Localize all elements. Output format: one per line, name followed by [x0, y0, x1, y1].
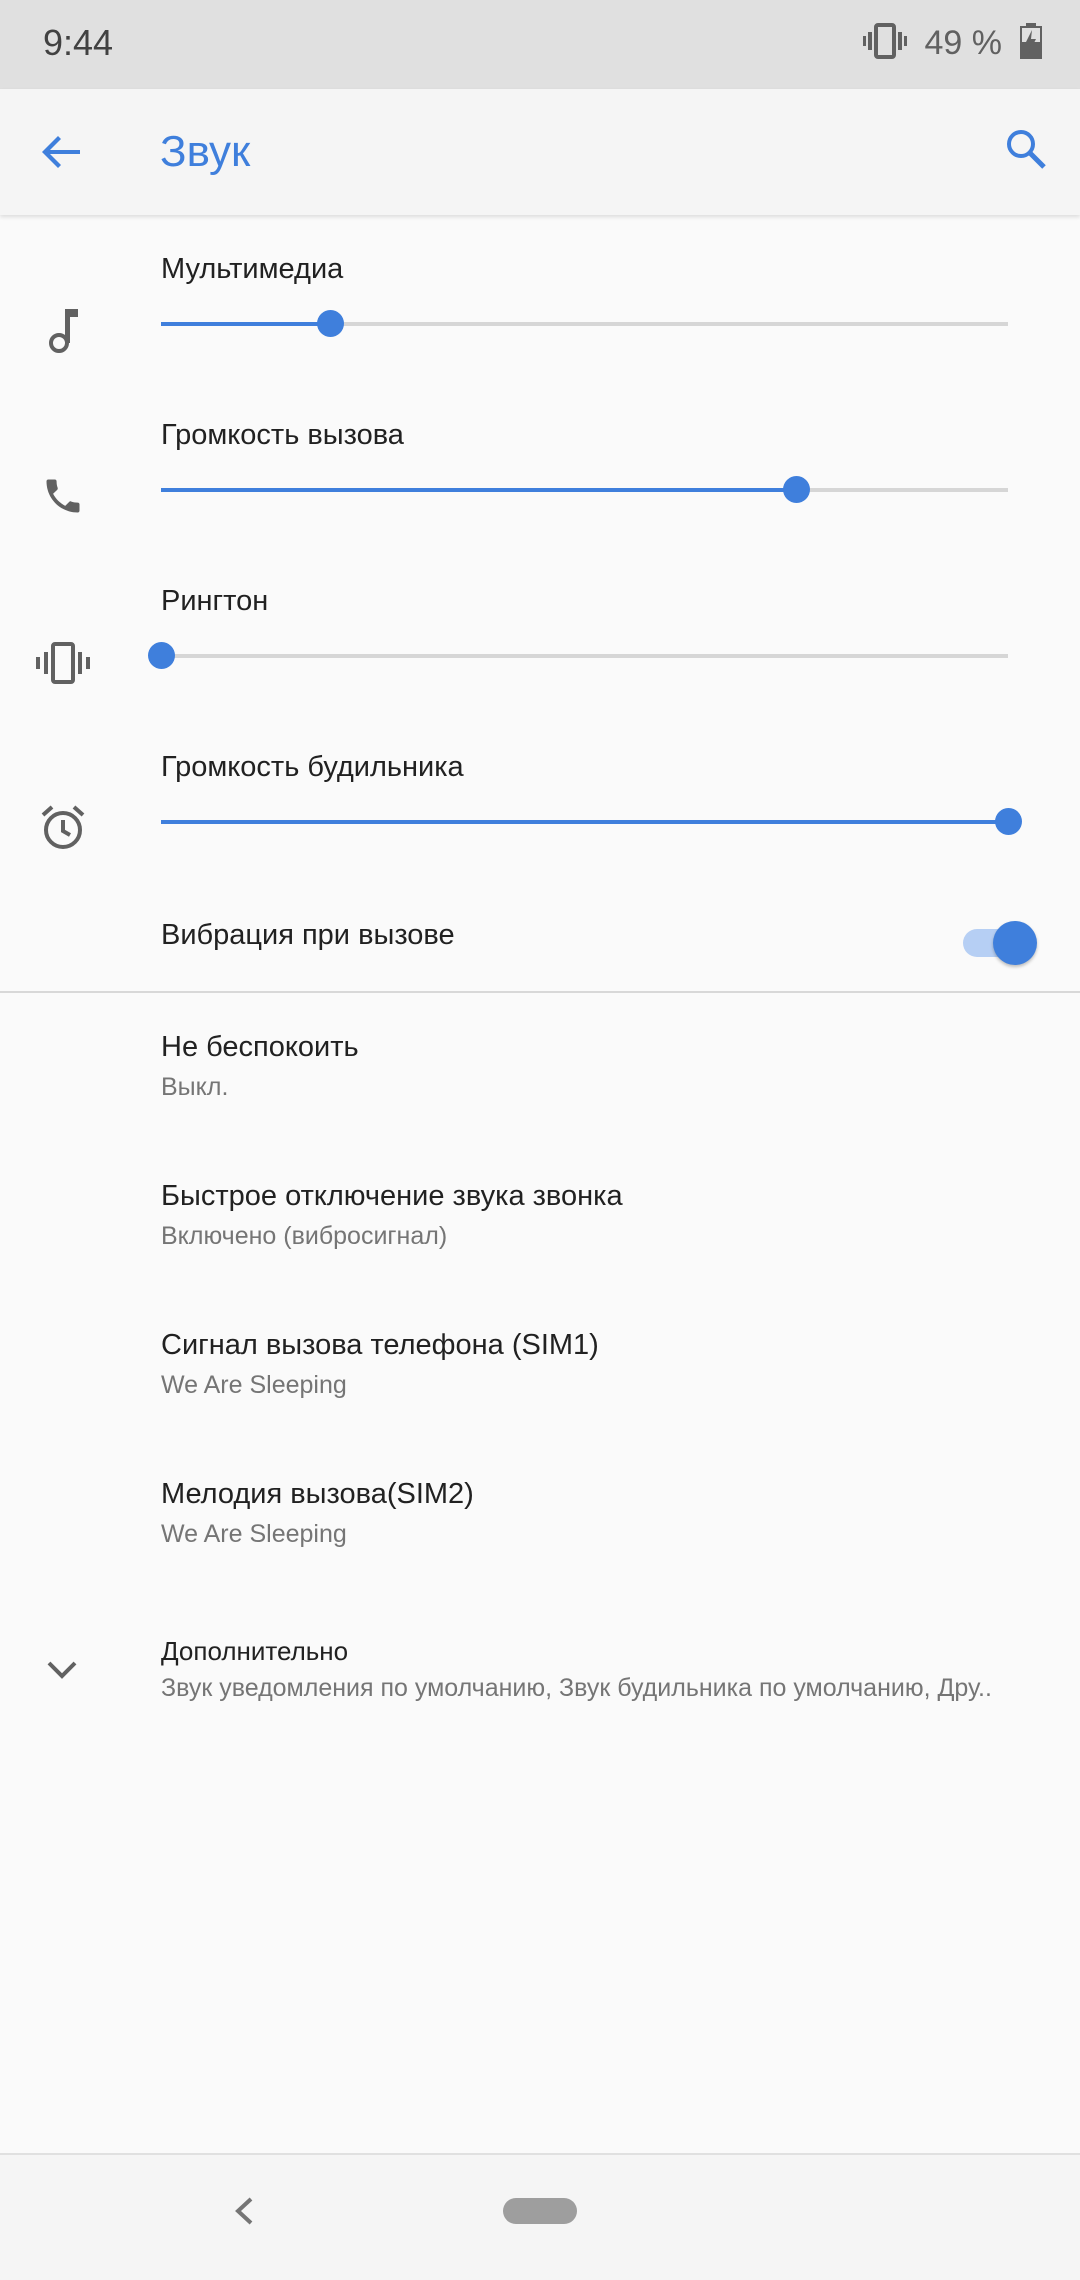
vibration-toggle[interactable]	[963, 921, 1037, 965]
slider-fill	[161, 820, 1008, 824]
pref-summary: We Are Sleeping	[161, 1520, 347, 1548]
navigation-bar	[0, 2153, 1080, 2280]
volume-row-media: Мультимедиа	[0, 235, 1080, 401]
volume-label: Рингтон	[161, 585, 269, 617]
pref-ringtone-sim1[interactable]: Сигнал вызова телефона (SIM1) We Are Sle…	[0, 1329, 1080, 1469]
pref-summary: Выкл.	[161, 1073, 229, 1101]
vibration-row[interactable]: Вибрация при вызове	[0, 893, 1080, 993]
search-button[interactable]	[994, 119, 1058, 183]
pref-title: Мелодия вызова(SIM2)	[161, 1478, 474, 1510]
slider-thumb[interactable]	[148, 642, 175, 669]
volume-slider[interactable]	[161, 310, 1008, 337]
volume-slider[interactable]	[161, 808, 1022, 835]
status-right: 49 %	[862, 18, 1042, 68]
volume-slider[interactable]	[148, 642, 1008, 669]
nav-back-button[interactable]	[222, 2191, 266, 2235]
chevron-down-icon	[38, 1646, 86, 1694]
slider-fill	[161, 488, 797, 492]
phone-icon	[28, 461, 98, 531]
volume-row-call: Громкость вызова	[0, 401, 1080, 567]
pref-title: Сигнал вызова телефона (SIM1)	[161, 1329, 599, 1361]
slider-fill	[161, 322, 331, 326]
advanced-title: Дополнительно	[161, 1636, 349, 1666]
status-bar: 9:44 49 %	[0, 0, 1080, 89]
arrow-back-icon	[42, 132, 82, 177]
advanced-summary: Звук уведомления по умолчанию, Звук буди…	[161, 1674, 992, 1702]
slider-thumb[interactable]	[317, 310, 345, 337]
volume-label: Мультимедиа	[161, 253, 344, 285]
pref-do-not-disturb[interactable]: Не беспокоить Выкл.	[0, 1031, 1080, 1171]
pref-ringtone-sim2[interactable]: Мелодия вызова(SIM2) We Are Sleeping	[0, 1478, 1080, 1618]
volume-label: Громкость вызова	[161, 419, 404, 451]
page-title: Звук	[160, 127, 251, 176]
vibration-label: Вибрация при вызове	[161, 919, 455, 951]
nav-back-icon	[233, 2196, 255, 2231]
search-icon	[1006, 129, 1046, 174]
volume-label: Громкость будильника	[161, 751, 464, 783]
divider	[0, 991, 1080, 993]
volume-row-alarm: Громкость будильника	[0, 733, 1080, 899]
pref-title: Быстрое отключение звука звонка	[161, 1180, 623, 1212]
status-time: 9:44	[43, 22, 114, 63]
app-bar: Звук	[0, 89, 1080, 215]
vibrate-icon	[862, 22, 907, 64]
pref-quick-mute[interactable]: Быстрое отключение звука звонка Включено…	[0, 1180, 1080, 1320]
toggle-thumb	[993, 921, 1037, 965]
music-note-icon	[28, 295, 98, 365]
vibrate-icon	[28, 628, 98, 698]
pref-title: Не беспокоить	[161, 1031, 359, 1063]
slider-thumb[interactable]	[783, 476, 811, 503]
pref-summary: We Are Sleeping	[161, 1371, 347, 1399]
battery-percent: 49 %	[924, 23, 1003, 62]
home-pill-icon[interactable]	[503, 2198, 577, 2224]
pref-summary: Включено (вибросигнал)	[161, 1222, 448, 1250]
back-button[interactable]	[30, 122, 94, 186]
volume-row-ringtone: Рингтон	[0, 567, 1080, 733]
advanced-item[interactable]: Дополнительно Звук уведомления по умолча…	[0, 1636, 1080, 1776]
volume-slider[interactable]	[161, 476, 1008, 503]
alarm-icon	[28, 793, 98, 863]
slider-thumb[interactable]	[995, 808, 1022, 835]
battery-icon	[1020, 22, 1042, 64]
